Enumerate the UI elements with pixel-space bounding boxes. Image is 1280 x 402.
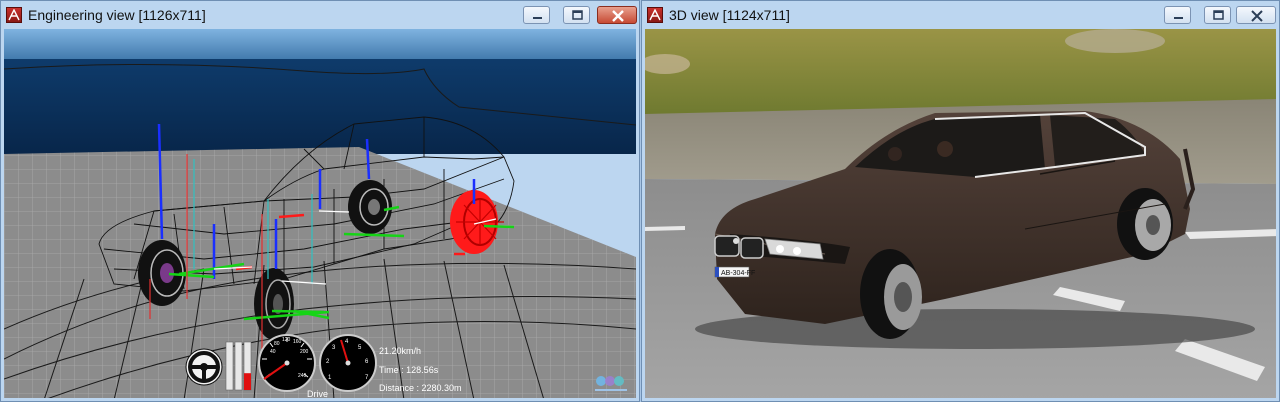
distance-readout: Distance : 2280.30m xyxy=(379,383,462,393)
3d-viewport[interactable]: AB-304-FF xyxy=(645,29,1276,398)
driver xyxy=(937,141,953,157)
window-title: 3D view [1124x711] xyxy=(669,7,790,23)
speedo-tick-label: 240 xyxy=(298,373,307,379)
minimize-button[interactable] xyxy=(1164,6,1191,24)
rear-wheel xyxy=(1117,188,1173,260)
rock xyxy=(1065,29,1165,53)
3d-scene[interactable]: AB-304-FF xyxy=(645,29,1276,398)
sea xyxy=(4,59,636,154)
maximize-icon xyxy=(1213,10,1224,20)
maximize-button[interactable] xyxy=(563,6,590,24)
close-icon xyxy=(612,10,624,22)
maximize-button[interactable] xyxy=(1204,6,1231,24)
app-icon xyxy=(647,7,663,23)
speedo-tick-label: 120 xyxy=(282,337,291,343)
speedo-tick-label: 80 xyxy=(274,341,280,347)
close-icon xyxy=(1251,10,1263,22)
maximize-icon xyxy=(572,10,583,20)
speedometer-gauge: 40 80 120 160 200 240 xyxy=(258,334,316,392)
license-plate-text: AB-304-FF xyxy=(721,270,755,277)
steering-wheel-indicator xyxy=(185,348,223,386)
time-readout: Time : 128.56s xyxy=(379,365,439,375)
speedo-tick-label: 40 xyxy=(270,349,276,355)
grass-hill xyxy=(645,29,1276,114)
3d-view-titlebar[interactable]: 3D view [1124x711] xyxy=(642,1,1279,29)
minimize-button[interactable] xyxy=(523,6,550,24)
throttle-level-bar xyxy=(244,373,251,390)
speed-readout: 21.20km/h xyxy=(379,346,422,356)
engineering-viewport[interactable]: 40 80 120 160 200 240 1 2 3 4 5 6 7 Driv… xyxy=(4,29,636,398)
wheel-front-right[interactable] xyxy=(254,268,294,340)
close-button[interactable] xyxy=(1236,6,1276,24)
wheel-rear-left[interactable] xyxy=(348,180,392,234)
engineering-view-titlebar[interactable]: Engineering view [1126x711] xyxy=(1,1,639,29)
close-button[interactable] xyxy=(597,6,637,24)
engineering-scene[interactable]: 40 80 120 160 200 240 1 2 3 4 5 6 7 Driv… xyxy=(4,29,636,398)
tachometer-gauge: 1 2 3 4 5 6 7 xyxy=(319,334,377,392)
speedo-tick-label: 200 xyxy=(300,349,309,355)
passenger xyxy=(888,147,902,161)
app-icon xyxy=(6,7,22,23)
minimize-icon xyxy=(533,17,542,19)
3d-view-window[interactable]: 3D view [1124x711] AB-304-FF xyxy=(641,0,1280,402)
minimize-icon xyxy=(1174,17,1183,19)
speedo-tick-label: 160 xyxy=(293,339,302,345)
engineering-view-window[interactable]: Engineering view [1126x711] 40 80 120 16… xyxy=(0,0,640,402)
pedal-indicators xyxy=(225,341,252,391)
wheel-front-left[interactable] xyxy=(138,240,186,306)
window-title: Engineering view [1126x711] xyxy=(28,7,206,23)
sky xyxy=(4,29,636,61)
gear-indicator: Drive xyxy=(307,389,328,398)
